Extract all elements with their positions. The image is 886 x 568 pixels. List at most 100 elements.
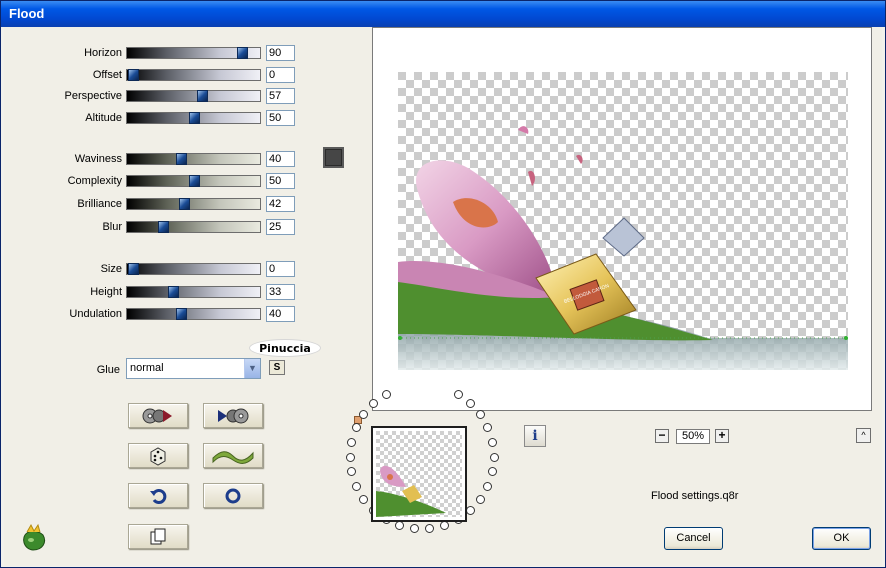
slider-label: Altitude	[85, 112, 122, 124]
load-preset-button[interactable]	[128, 403, 188, 428]
collapse-button[interactable]: ^	[856, 428, 871, 443]
slider-value-field[interactable]: 40	[266, 306, 295, 322]
ok-button[interactable]: OK	[812, 527, 871, 550]
slider-value-field[interactable]: 50	[266, 173, 295, 189]
navigator-thumbnail[interactable]	[371, 426, 467, 522]
slider-thumb[interactable]	[178, 198, 190, 210]
ring-dot	[359, 410, 369, 420]
settings-filename: Flood settings.q8r	[651, 490, 739, 502]
random-button[interactable]	[128, 443, 188, 468]
slider-value-field[interactable]: 57	[266, 88, 295, 104]
preview-panel[interactable]: BELLODGIA CARON	[372, 27, 872, 411]
color-swatch[interactable]	[323, 147, 344, 168]
title-bar[interactable]: Flood	[1, 1, 885, 27]
slider-value-field[interactable]: 0	[266, 67, 295, 83]
ring-dot	[487, 467, 497, 477]
slider-thumb[interactable]	[188, 112, 200, 124]
reset-icon	[225, 488, 241, 503]
ring-dot	[483, 481, 493, 491]
dialog-client-area: Horizon 90 Offset 0 Perspective 57 Altitude 50 W…	[4, 27, 882, 566]
slider-track[interactable]	[126, 90, 261, 102]
flood-dialog-window: Flood Horizon 90 Offset 0 Perspective 57 Altit…	[0, 0, 886, 568]
ring-dot	[359, 494, 369, 504]
slider-label: Undulation	[69, 308, 122, 320]
slider-label: Height	[90, 286, 122, 298]
ring-dot	[395, 520, 405, 530]
ring-dot	[425, 524, 435, 534]
info-button[interactable]: i	[524, 425, 546, 447]
slider-thumb[interactable]	[188, 175, 200, 187]
slider-track[interactable]	[126, 153, 261, 165]
undo-button[interactable]	[128, 483, 188, 508]
ring-dot	[439, 520, 449, 530]
slider-track[interactable]	[126, 286, 261, 298]
reset-button[interactable]	[203, 483, 263, 508]
glue-select[interactable]: normal ▼	[126, 358, 261, 379]
slider-track[interactable]	[126, 112, 261, 124]
ring-dot	[465, 506, 475, 515]
slider-label: Brilliance	[77, 198, 122, 210]
slider-label: Horizon	[84, 47, 122, 59]
signature-label: Pinuccia	[249, 339, 321, 357]
cancel-button[interactable]: Cancel	[664, 527, 723, 550]
slider-thumb[interactable]	[176, 153, 188, 165]
chevron-down-icon[interactable]: ▼	[244, 359, 260, 378]
slider-thumb[interactable]	[128, 69, 139, 81]
copy-button[interactable]	[128, 524, 188, 549]
slider-thumb[interactable]	[158, 221, 170, 233]
ring-dot	[465, 398, 475, 408]
zoom-out-button[interactable]: −	[655, 429, 669, 443]
slider-value-field[interactable]: 50	[266, 110, 295, 126]
ring-dot	[489, 452, 499, 462]
window-title: Flood	[9, 6, 45, 21]
save-preset-button[interactable]	[203, 403, 263, 428]
navigator-image	[376, 431, 462, 517]
undo-icon	[150, 488, 167, 504]
ring-dot	[483, 423, 493, 433]
ring-dot	[409, 524, 419, 534]
slider-label: Blur	[102, 221, 122, 233]
slider-value-field[interactable]: 0	[266, 261, 295, 277]
preview-image: BELLODGIA CARON	[398, 72, 848, 370]
ring-dot	[381, 390, 391, 400]
copy-icon	[150, 528, 166, 544]
slider-label: Size	[100, 263, 122, 275]
slider-value-field[interactable]: 25	[266, 219, 295, 235]
random-dice-icon	[150, 446, 166, 466]
slider-value-field[interactable]: 40	[266, 151, 295, 167]
ring-dot	[475, 410, 485, 420]
slider-thumb[interactable]	[128, 263, 139, 275]
slider-label: Offset	[92, 69, 122, 81]
slider-label: Complexity	[67, 175, 122, 187]
slider-thumb[interactable]	[236, 47, 248, 59]
slider-track[interactable]	[126, 69, 261, 81]
slider-thumb[interactable]	[196, 90, 208, 102]
slider-thumb[interactable]	[167, 286, 179, 298]
slider-label: Waviness	[74, 153, 122, 165]
wave-icon	[212, 450, 254, 464]
slider-track[interactable]	[126, 308, 261, 320]
slider-value-field[interactable]: 42	[266, 196, 295, 212]
ring-dot	[487, 437, 497, 447]
ring-dot	[351, 423, 361, 433]
glue-label: Glue	[96, 364, 120, 376]
slider-thumb[interactable]	[176, 308, 188, 320]
ring-dot	[351, 481, 361, 491]
slider-value-field[interactable]: 90	[266, 45, 295, 61]
slider-value-field[interactable]: 33	[266, 284, 295, 300]
slider-track[interactable]	[126, 263, 261, 275]
glue-s-button[interactable]: S	[269, 360, 285, 375]
slider-track[interactable]	[126, 47, 261, 59]
slider-track[interactable]	[126, 175, 261, 187]
ring-dot	[347, 467, 357, 477]
slider-label: Perspective	[64, 90, 122, 102]
save-preset-icon	[218, 408, 249, 423]
filters-unlimited-logo	[23, 523, 46, 551]
ring-dot	[347, 437, 357, 447]
slider-track[interactable]	[126, 198, 261, 210]
glue-selected-value: normal	[130, 362, 164, 374]
slider-track[interactable]	[126, 221, 261, 233]
zoom-in-button[interactable]: +	[715, 429, 729, 443]
load-preset-icon	[142, 408, 172, 423]
wave-preview-button[interactable]	[203, 443, 263, 468]
